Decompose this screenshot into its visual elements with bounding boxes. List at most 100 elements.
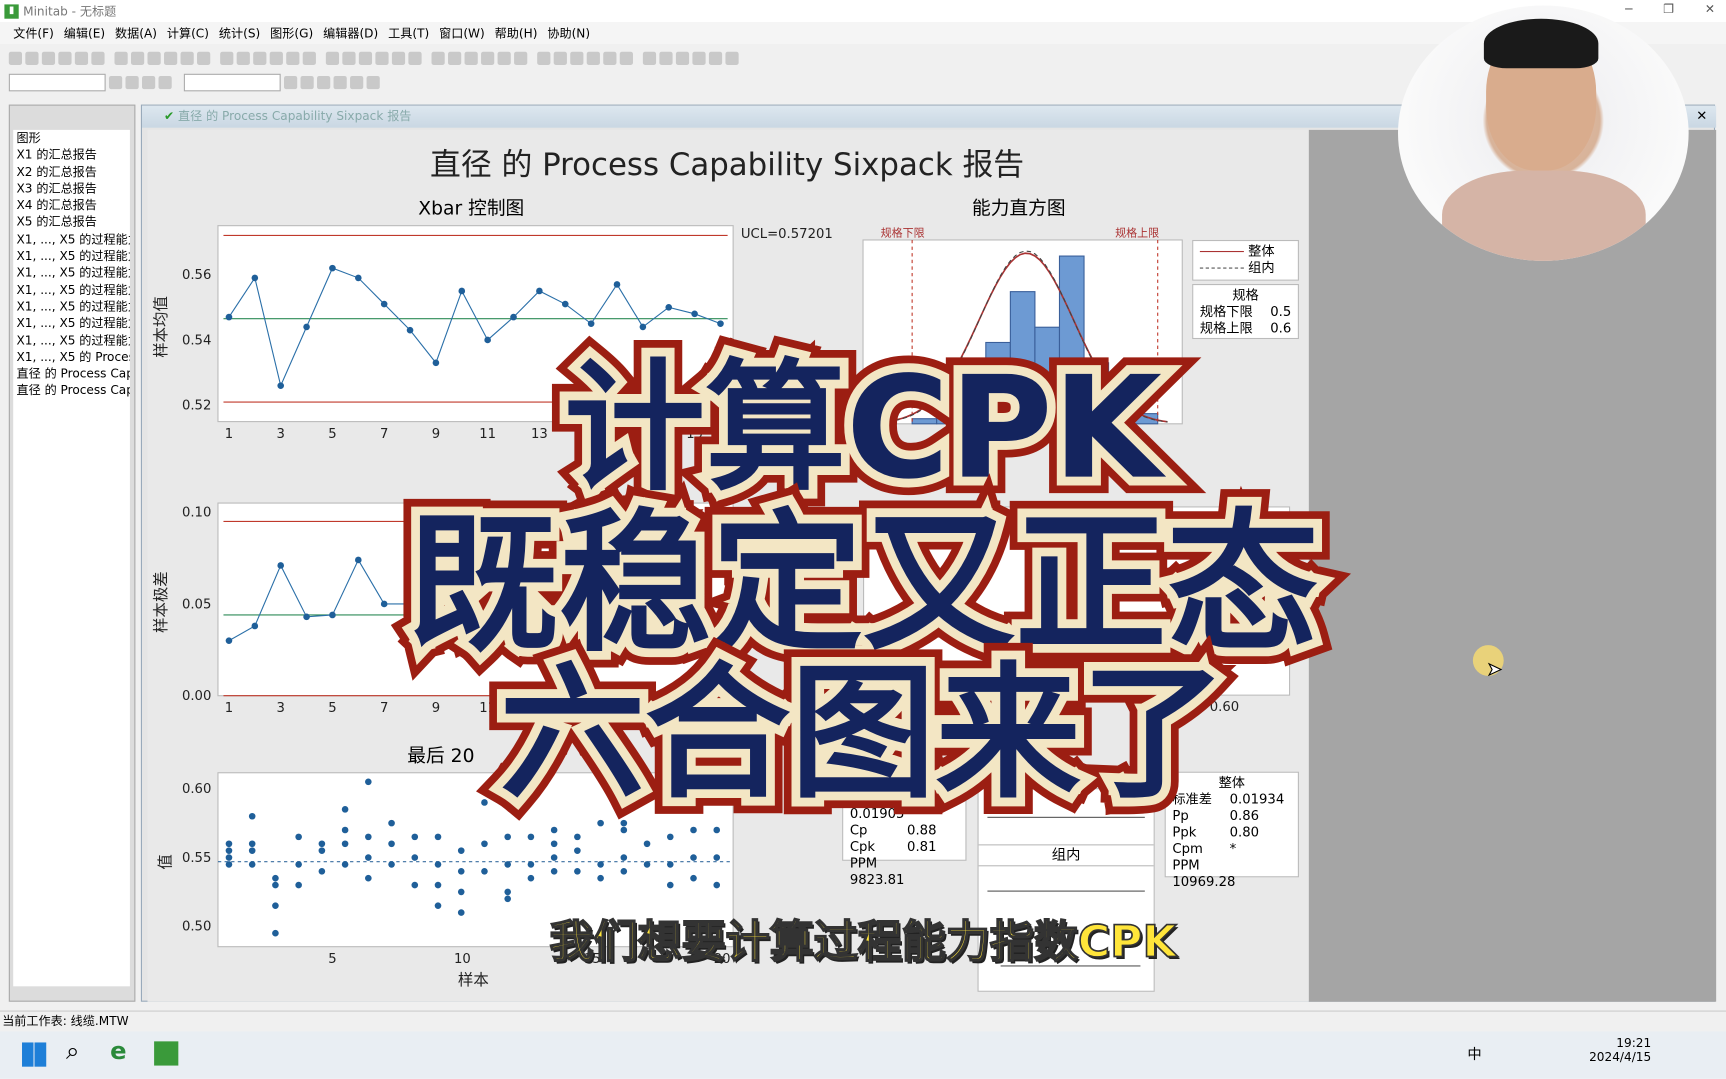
stat-label: Cpm <box>1172 841 1203 857</box>
clock-time[interactable]: 19:21 <box>1541 1036 1651 1050</box>
stat-value: 0.81 <box>907 838 937 855</box>
data-point <box>225 840 233 848</box>
ime-indicator[interactable]: 中 <box>1467 1042 1481 1064</box>
presenter-hair <box>1483 18 1599 69</box>
stat-row: Cpk 0.81 <box>850 839 959 856</box>
data-point <box>365 874 372 882</box>
data-point <box>550 854 558 861</box>
data-point <box>318 847 326 854</box>
data-point <box>643 840 651 848</box>
data-point <box>504 888 511 896</box>
data-point <box>272 874 279 882</box>
data-point <box>457 867 465 875</box>
clock-date[interactable]: 2024/4/15 <box>1541 1050 1651 1064</box>
stat-value: 10969.28 <box>1172 874 1236 890</box>
legend-within: 组内 <box>1248 259 1275 276</box>
data-point <box>527 833 535 841</box>
data-point <box>434 833 442 841</box>
data-point <box>458 287 466 295</box>
data-point <box>380 300 388 308</box>
stat-value: 0.80 <box>1229 824 1260 840</box>
data-point <box>295 881 302 889</box>
data-point <box>666 881 674 889</box>
windows-start-icon[interactable] <box>22 1042 47 1067</box>
data-point <box>666 833 674 841</box>
y-tick-label: 0.56 <box>182 268 211 283</box>
data-point <box>550 840 558 848</box>
legend-line-within <box>1199 267 1244 269</box>
spec-title: 规格 <box>1232 287 1259 303</box>
data-point <box>411 881 419 889</box>
data-point <box>536 287 543 295</box>
data-point <box>225 847 233 854</box>
data-point <box>574 833 581 841</box>
data-point <box>504 833 511 841</box>
subtitle-caption: 我们想要计算过程能力指数CPK <box>549 916 1178 968</box>
data-point <box>527 861 535 868</box>
data-point <box>504 895 511 903</box>
stat-row: PPM10969.28 <box>1172 858 1291 891</box>
data-point <box>388 861 395 868</box>
data-point <box>341 861 349 868</box>
data-point <box>365 833 372 841</box>
data-point <box>597 861 604 868</box>
data-point <box>690 874 697 882</box>
data-point <box>481 867 488 875</box>
data-point <box>388 840 395 848</box>
data-point <box>574 867 581 875</box>
data-point <box>318 867 326 875</box>
data-point <box>613 281 621 288</box>
stat-label: Ppk <box>1172 824 1197 840</box>
browser-icon[interactable]: e <box>110 1038 126 1066</box>
stat-label: PPM <box>849 855 878 871</box>
data-point <box>411 854 419 861</box>
data-point <box>561 300 569 308</box>
data-point <box>620 867 628 875</box>
data-point <box>411 833 419 841</box>
legend-overall: 整体 <box>1248 243 1275 259</box>
search-icon[interactable]: ⌕ <box>66 1038 80 1066</box>
data-point <box>713 826 721 834</box>
webcam-presenter-video <box>1398 5 1689 261</box>
data-point <box>318 840 326 848</box>
capplot-within-bar <box>987 890 1145 892</box>
data-point <box>434 861 442 868</box>
data-point <box>457 888 465 896</box>
data-point <box>550 826 558 834</box>
hist-legend: 整体 组内 <box>1192 239 1299 281</box>
data-point <box>620 826 628 834</box>
usl-label: 规格上限 <box>1115 227 1160 240</box>
data-point <box>295 833 302 841</box>
lsl-label: 规格下限 <box>880 227 925 240</box>
status-bar: 当前工作表: 线缆.MTW <box>0 1010 1726 1031</box>
data-point <box>355 274 362 282</box>
stat-value: * <box>1229 841 1237 857</box>
data-point <box>620 854 628 861</box>
data-point <box>713 881 721 889</box>
minitab-taskbar-icon[interactable] <box>154 1041 179 1066</box>
data-point <box>295 861 302 868</box>
presenter-shirt <box>1442 170 1646 261</box>
data-point <box>225 861 233 868</box>
data-point <box>597 874 604 882</box>
data-point <box>434 881 442 889</box>
overlay-line3: 六合图来了 <box>499 649 1227 819</box>
data-point <box>713 854 721 861</box>
data-point <box>481 840 488 848</box>
data-point <box>550 867 558 875</box>
data-point <box>527 874 535 882</box>
data-point <box>251 274 259 282</box>
data-point <box>225 854 233 861</box>
y-tick-label: 0.55 <box>182 851 211 866</box>
data-point <box>665 304 673 311</box>
stat-row: Ppk 0.80 <box>1172 824 1291 841</box>
stat-label: Cpk <box>849 838 876 855</box>
data-point <box>574 847 581 854</box>
stat-row: Cpm * <box>1172 841 1291 858</box>
data-point <box>504 861 511 868</box>
stat-row: PPM9823.81 <box>850 855 959 888</box>
stat-label: PPM <box>1172 857 1200 873</box>
data-point <box>666 861 674 868</box>
data-point <box>248 847 256 854</box>
data-point <box>248 861 256 868</box>
